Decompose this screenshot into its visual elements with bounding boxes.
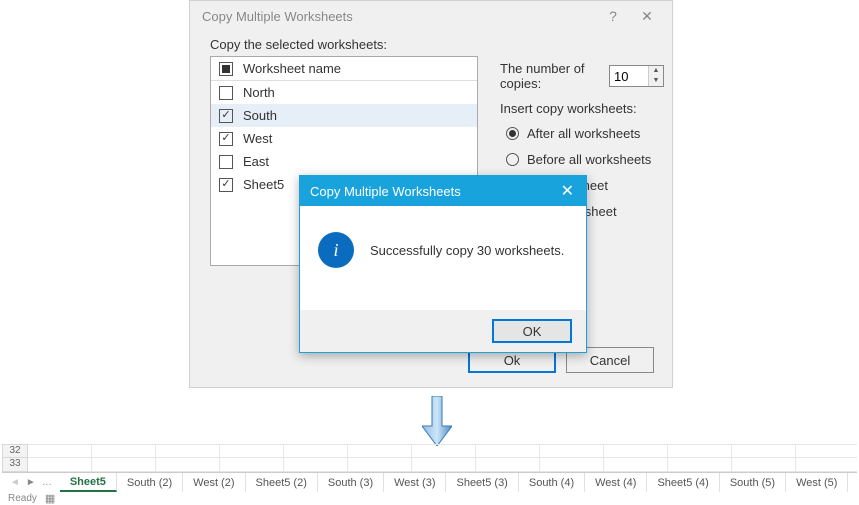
sheet-tab[interactable]: South (2) xyxy=(117,473,183,492)
arrow-graphic xyxy=(422,396,452,446)
radio-button[interactable] xyxy=(506,127,519,140)
messagebox-title: Copy Multiple Worksheets xyxy=(310,184,555,199)
status-ready: Ready xyxy=(8,493,37,504)
messagebox-body: i Successfully copy 30 worksheets. xyxy=(300,206,586,294)
sheet-tab[interactable]: Sheet5 (4) xyxy=(647,473,719,492)
list-item-label: East xyxy=(243,154,269,169)
close-button[interactable]: ✕ xyxy=(630,8,664,25)
messagebox-ok-button[interactable]: OK xyxy=(492,319,572,343)
sheet-tab[interactable]: Sheet5 (2) xyxy=(246,473,318,492)
row-header[interactable]: 32 xyxy=(2,444,28,458)
sheet-tab[interactable]: West (2) xyxy=(183,473,245,492)
messagebox-titlebar: Copy Multiple Worksheets ✕ xyxy=(300,176,586,206)
copies-spinner[interactable]: ▲▼ xyxy=(609,65,664,87)
list-item[interactable]: ✓ West xyxy=(211,127,477,150)
section-label: Copy the selected worksheets: xyxy=(190,31,672,56)
list-item-label: Sheet5 xyxy=(243,177,284,192)
list-item[interactable]: East xyxy=(211,150,477,173)
sheet-tab[interactable]: South (5) xyxy=(720,473,786,492)
list-item[interactable]: ✓ South xyxy=(211,104,477,127)
spreadsheet-rows: 3233 xyxy=(2,444,857,472)
chevron-up-icon[interactable]: ▲ xyxy=(649,66,663,76)
row-cells[interactable] xyxy=(28,458,857,472)
info-icon: i xyxy=(318,232,354,268)
chevron-down-icon[interactable]: ▼ xyxy=(649,76,663,86)
messagebox-text: Successfully copy 30 worksheets. xyxy=(370,243,564,258)
radio-option[interactable]: Before all worksheets xyxy=(506,148,664,170)
checkbox[interactable]: ✓ xyxy=(219,178,233,192)
sheet-tab[interactable]: West (3) xyxy=(384,473,446,492)
list-header[interactable]: Worksheet name xyxy=(211,57,477,81)
dialog-titlebar: Copy Multiple Worksheets ? ✕ xyxy=(190,1,672,31)
status-bar: Ready ▦ xyxy=(2,492,55,505)
sheet-tab[interactable]: Sh xyxy=(848,473,859,492)
row-header[interactable]: 33 xyxy=(2,458,28,472)
insert-label: Insert copy worksheets: xyxy=(500,101,664,116)
list-item-label: West xyxy=(243,131,272,146)
messagebox-footer: OK xyxy=(300,310,586,352)
checkbox[interactable] xyxy=(219,86,233,100)
radio-option[interactable]: After all worksheets xyxy=(506,122,664,144)
list-item[interactable]: North xyxy=(211,81,477,104)
tab-nav[interactable]: ◄ ► … xyxy=(2,473,60,492)
nav-next-icon[interactable]: ► xyxy=(26,477,36,488)
nav-ellipsis[interactable]: … xyxy=(42,477,52,488)
row-cells[interactable] xyxy=(28,444,857,458)
checkbox[interactable]: ✓ xyxy=(219,132,233,146)
dialog-title: Copy Multiple Worksheets xyxy=(202,9,596,24)
list-item-label: South xyxy=(243,108,277,123)
radio-button[interactable] xyxy=(506,153,519,166)
tab-active[interactable]: Sheet5 xyxy=(60,473,117,492)
radio-label: Before all worksheets xyxy=(527,152,651,167)
sheet-tab[interactable]: West (4) xyxy=(585,473,647,492)
success-messagebox: Copy Multiple Worksheets ✕ i Successfull… xyxy=(299,175,587,353)
sheet-tab[interactable]: Sheet5 (3) xyxy=(446,473,518,492)
sheet-tab[interactable]: West (5) xyxy=(786,473,848,492)
spinner-arrows[interactable]: ▲▼ xyxy=(648,66,663,86)
select-all-checkbox[interactable] xyxy=(219,62,233,76)
radio-label: After all worksheets xyxy=(527,126,640,141)
copies-input[interactable] xyxy=(610,66,648,86)
checkbox[interactable] xyxy=(219,155,233,169)
sheet-tab[interactable]: South (4) xyxy=(519,473,585,492)
sheet-tabstrip: ◄ ► … Sheet5 South (2)West (2)Sheet5 (2)… xyxy=(2,472,857,492)
macro-record-icon[interactable]: ▦ xyxy=(45,492,55,505)
nav-prev-icon[interactable]: ◄ xyxy=(10,477,20,488)
copies-label: The number of copies: xyxy=(500,61,603,91)
list-header-label: Worksheet name xyxy=(243,61,341,76)
list-item-label: North xyxy=(243,85,275,100)
help-button[interactable]: ? xyxy=(596,8,630,24)
checkbox[interactable]: ✓ xyxy=(219,109,233,123)
sheet-tab[interactable]: South (3) xyxy=(318,473,384,492)
close-icon[interactable]: ✕ xyxy=(555,181,580,201)
